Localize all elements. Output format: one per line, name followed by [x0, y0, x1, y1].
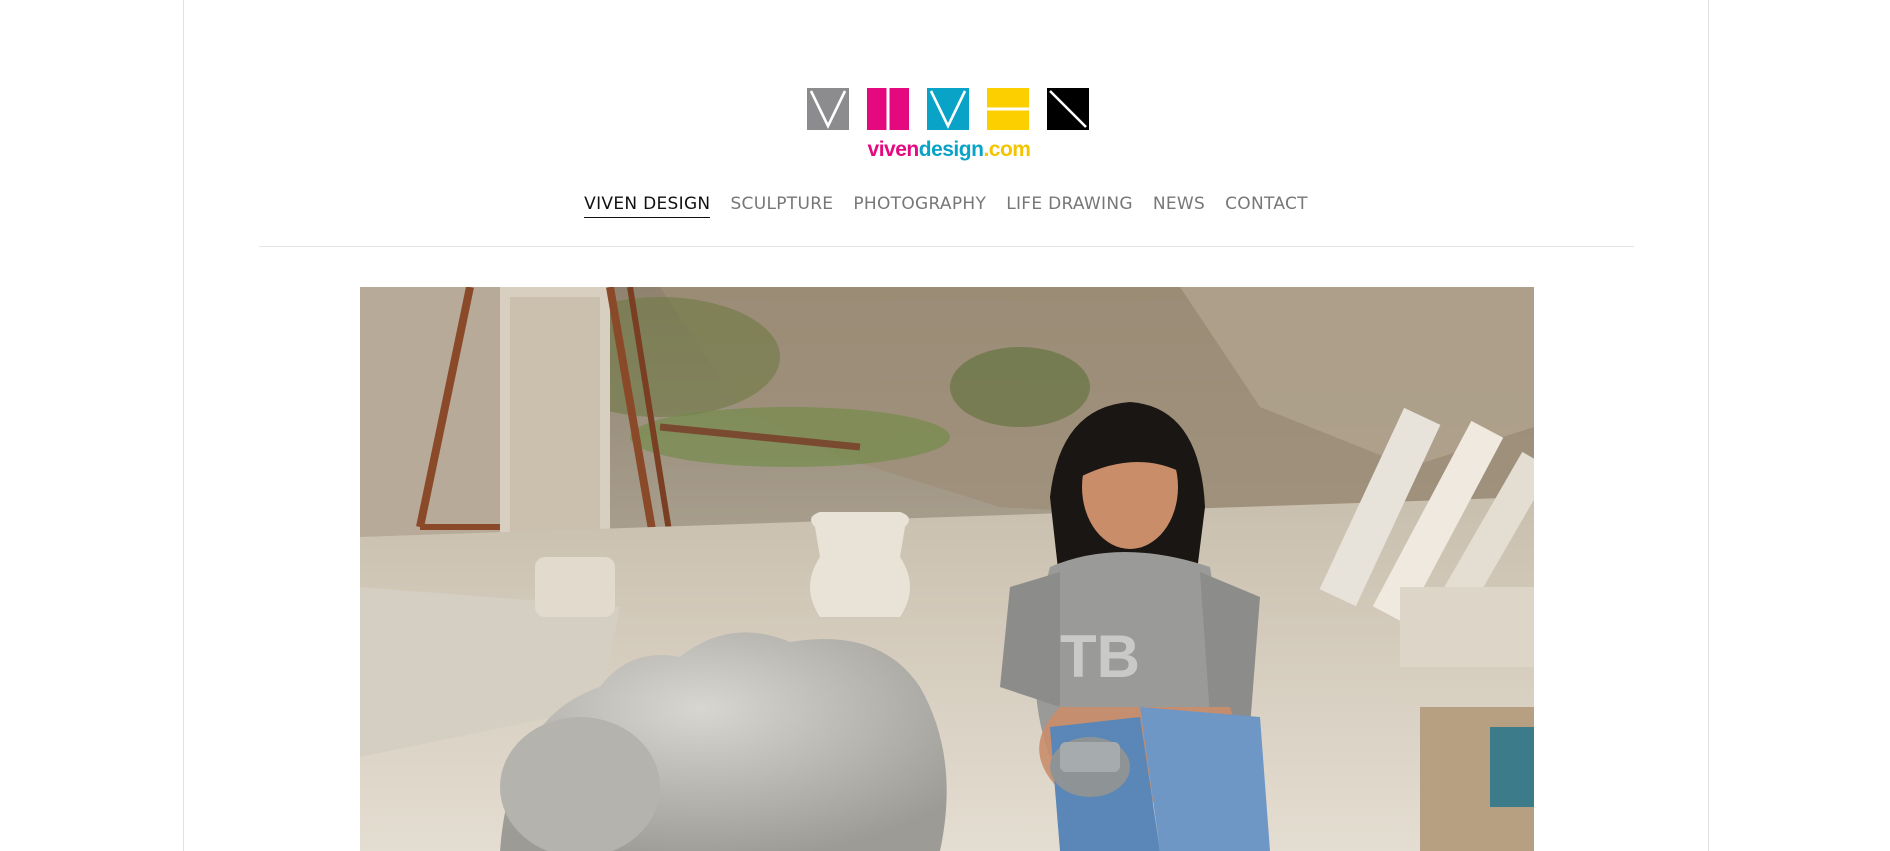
nav-item-life-drawing[interactable]: LIFE DRAWING	[1006, 193, 1133, 218]
page-container: vivendesign.com VIVEN DESIGN SCULPTURE P…	[183, 0, 1709, 851]
wordmark-com: .com	[983, 138, 1031, 161]
nav-item-sculpture[interactable]: SCULPTURE	[730, 193, 833, 218]
site-logo[interactable]: vivendesign.com	[807, 88, 1091, 168]
logo-n-black-icon	[1047, 88, 1089, 130]
hero-photo-illustration: TB	[360, 287, 1534, 851]
nav-item-contact[interactable]: CONTACT	[1225, 193, 1308, 218]
header-divider	[259, 246, 1634, 247]
wordmark-viven: viven	[867, 138, 920, 161]
nav-item-viven-design[interactable]: VIVEN DESIGN	[584, 193, 711, 218]
logo-i-magenta-icon	[867, 88, 909, 130]
wordmark-design: design	[918, 138, 984, 161]
hero-photo: TB	[360, 287, 1534, 851]
logo-wordmark: vivendesign.com	[807, 138, 1091, 162]
main-nav: VIVEN DESIGN SCULPTURE PHOTOGRAPHY LIFE …	[184, 193, 1708, 218]
svg-text:TB: TB	[1060, 623, 1140, 690]
nav-item-news[interactable]: NEWS	[1153, 193, 1205, 218]
logo-v-gray-icon	[807, 88, 849, 130]
logo-e-yellow-icon	[987, 88, 1029, 130]
nav-item-photography[interactable]: PHOTOGRAPHY	[853, 193, 986, 218]
logo-v-cyan-icon	[927, 88, 969, 130]
logo-squares	[807, 88, 1091, 132]
